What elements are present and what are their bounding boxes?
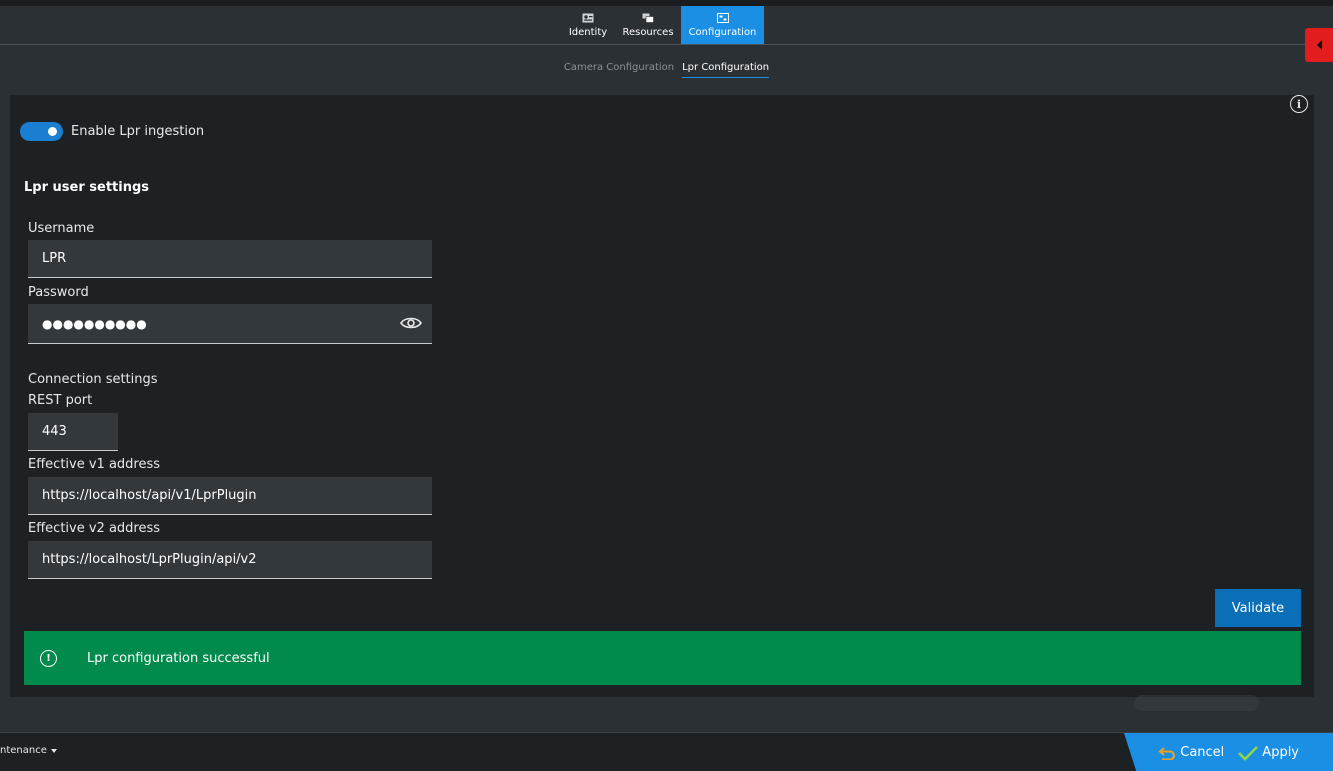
enable-lpr-label: Enable Lpr ingestion <box>71 124 205 139</box>
action-bar: Cancel Apply <box>1124 733 1333 771</box>
success-message: Lpr configuration successful <box>87 650 270 666</box>
apply-button[interactable]: Apply <box>1238 745 1299 761</box>
rest-port-label: REST port <box>28 393 93 408</box>
v2-address-label: Effective v2 address <box>28 521 161 536</box>
configuration-icon <box>716 12 729 23</box>
tab-identity-label: Identity <box>568 26 608 38</box>
side-panel-toggle-button[interactable] <box>1305 28 1333 62</box>
tab-configuration-label: Configuration <box>688 26 757 38</box>
toggle-knob <box>48 127 57 136</box>
rest-port-value: 443 <box>42 424 67 439</box>
background-shape <box>1134 695 1259 711</box>
info-icon[interactable]: i <box>1290 95 1308 113</box>
rest-port-field[interactable]: 443 <box>28 413 118 451</box>
maintenance-label: ntenance <box>0 745 47 756</box>
password-value: ●●●●●●●●●● <box>42 316 147 331</box>
enable-lpr-toggle[interactable] <box>20 122 63 141</box>
tab-camera-configuration[interactable]: Camera Configuration <box>564 62 674 78</box>
username-field[interactable]: LPR <box>28 240 432 278</box>
username-label: Username <box>28 221 95 236</box>
caret-down-icon <box>50 748 57 753</box>
footer-bar: ntenance Cancel Apply <box>0 732 1333 771</box>
enable-lpr-toggle-row: Enable Lpr ingestion <box>20 122 204 141</box>
main-tab-bar: Identity Resources Configuration <box>0 6 1333 45</box>
lpr-configuration-panel: i Enable Lpr ingestion Lpr user settings… <box>10 95 1314 697</box>
v1-address-label: Effective v1 address <box>28 457 161 472</box>
v1-address-value: https://localhost/api/v1/LprPlugin <box>42 488 257 503</box>
tab-lpr-configuration[interactable]: Lpr Configuration <box>682 62 770 78</box>
sub-tab-bar: Camera Configuration Lpr Configuration <box>0 62 1333 78</box>
password-label: Password <box>28 285 89 300</box>
show-password-eye-icon[interactable] <box>400 316 422 330</box>
tab-configuration[interactable]: Configuration <box>681 6 764 44</box>
v2-address-field[interactable]: https://localhost/LprPlugin/api/v2 <box>28 541 432 579</box>
user-settings-title: Lpr user settings <box>24 180 150 195</box>
validate-button[interactable]: Validate <box>1215 589 1301 627</box>
password-field[interactable]: ●●●●●●●●●● <box>28 304 432 344</box>
undo-icon <box>1158 746 1176 760</box>
success-notification: ! Lpr configuration successful <box>24 631 1301 685</box>
cancel-button[interactable]: Cancel <box>1158 745 1224 760</box>
v1-address-field[interactable]: https://localhost/api/v1/LprPlugin <box>28 477 432 515</box>
connection-settings-title: Connection settings <box>28 372 158 387</box>
tab-resources-label: Resources <box>622 26 674 38</box>
username-value: LPR <box>42 251 67 266</box>
tab-resources[interactable]: Resources <box>621 6 675 44</box>
identity-icon <box>582 13 594 22</box>
chevron-left-icon <box>1316 40 1322 50</box>
alert-circle-icon: ! <box>40 649 57 667</box>
checkmark-icon <box>1238 745 1259 761</box>
apply-label: Apply <box>1262 745 1299 760</box>
v2-address-value: https://localhost/LprPlugin/api/v2 <box>42 552 257 567</box>
tab-identity[interactable]: Identity <box>567 6 609 44</box>
maintenance-menu[interactable]: ntenance <box>0 745 57 756</box>
cancel-label: Cancel <box>1180 745 1225 760</box>
resources-icon <box>642 13 654 23</box>
